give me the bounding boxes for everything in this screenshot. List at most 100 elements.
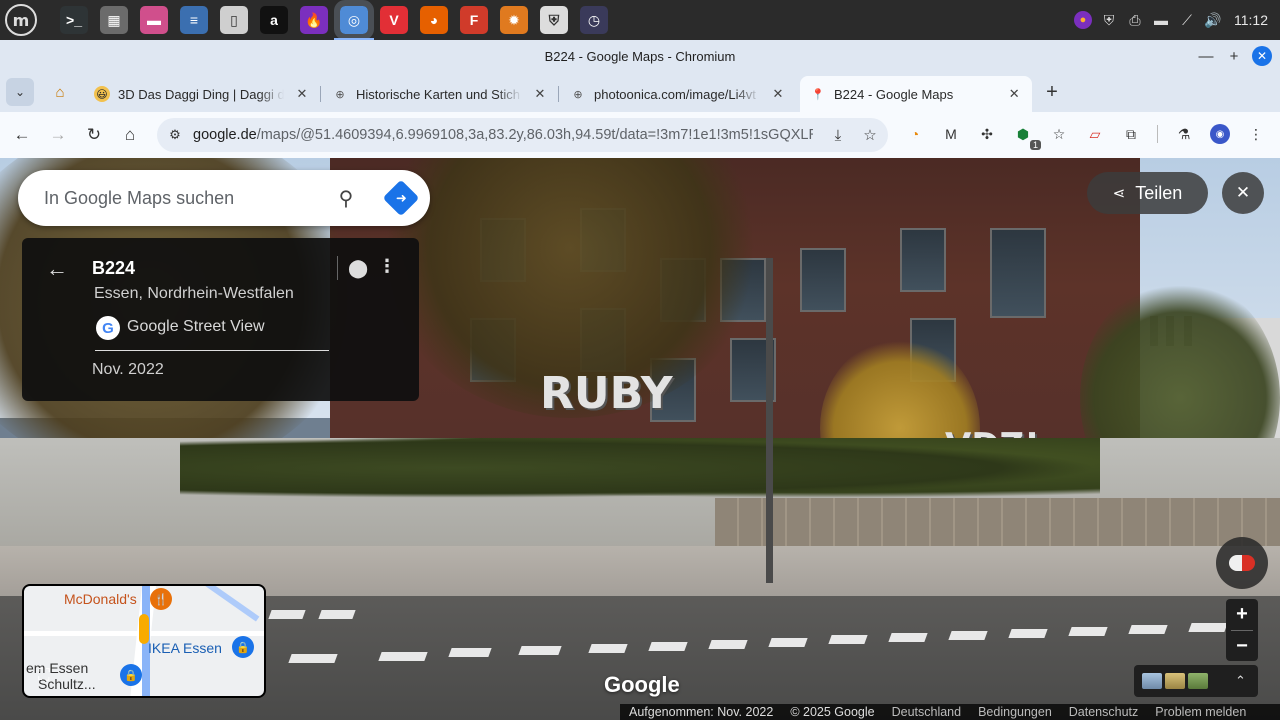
calculator-icon[interactable]: ▦ xyxy=(100,6,128,34)
gear-app-icon[interactable]: ✹ xyxy=(500,6,528,34)
layer-thumbnail[interactable] xyxy=(1142,673,1162,689)
home-icon[interactable]: ⌂ xyxy=(120,125,140,145)
menu-kebab-icon[interactable]: ⋮ xyxy=(1246,124,1266,144)
zoom-out-button[interactable]: − xyxy=(1226,631,1258,662)
layer-thumbnail[interactable] xyxy=(1165,673,1185,689)
privacy-link[interactable]: Datenschutz xyxy=(1069,705,1138,719)
mint-menu-icon[interactable]: m xyxy=(5,4,37,36)
shield-app-icon[interactable]: ⛨ xyxy=(540,6,568,34)
address-bar[interactable]: ⚙ google.de/maps/@51.4609394,6.9969108,3… xyxy=(157,118,888,152)
maximize-button[interactable]: + xyxy=(1224,46,1244,66)
star-extension-icon[interactable]: ☆ xyxy=(1049,124,1069,144)
firefox-tray-icon[interactable]: ● xyxy=(1074,11,1092,29)
gmail-icon[interactable]: M xyxy=(941,124,961,144)
puzzle-icon[interactable]: ⧉ xyxy=(1121,124,1141,144)
close-window-button[interactable]: ✕ xyxy=(1252,46,1272,66)
expand-icon[interactable]: ⛶ xyxy=(34,666,54,686)
lamp-pole xyxy=(766,258,773,583)
chevron-up-icon[interactable]: ⌃ xyxy=(1235,673,1246,689)
extension-shield-icon[interactable]: ⬢ 1 xyxy=(1013,124,1041,150)
tab-separator xyxy=(320,86,321,102)
new-tab-button[interactable]: + xyxy=(1042,81,1062,103)
install-app-icon[interactable]: ⤓ xyxy=(828,125,848,145)
forward-arrow-icon[interactable]: → xyxy=(48,125,68,145)
tab-search-button[interactable]: ⌄ xyxy=(6,78,34,106)
directions-arrow-icon: ➜ xyxy=(395,190,407,205)
labs-flask-icon[interactable]: ⚗ xyxy=(1174,124,1194,144)
map-label: IKEA Essen xyxy=(148,640,222,656)
capture-date-selector[interactable]: Nov. 2022 xyxy=(92,361,164,379)
shield-tray-icon[interactable]: ⛨ xyxy=(1100,11,1118,29)
shopping-poi-icon[interactable]: 🔒 xyxy=(120,664,142,686)
divider xyxy=(95,350,329,351)
chromium-icon[interactable]: ◎ xyxy=(334,0,374,40)
report-problem-link[interactable]: Problem melden xyxy=(1155,705,1246,719)
terminal-icon[interactable]: >_ xyxy=(60,6,88,34)
search-icon[interactable]: ⚲ xyxy=(334,186,358,210)
files-icon[interactable]: ▬ xyxy=(140,6,168,34)
hedge xyxy=(180,438,1100,498)
restaurant-poi-icon[interactable]: 🍴 xyxy=(150,588,172,610)
graffiti: RUBY xyxy=(540,368,673,419)
share-label: Teilen xyxy=(1135,182,1183,203)
browser-toolbar: ← → ↻ ⌂ ⚙ google.de/maps/@51.4609394,6.9… xyxy=(0,112,1280,158)
country-link[interactable]: Deutschland xyxy=(892,705,962,719)
profile-avatar-icon[interactable]: ◉ xyxy=(1210,124,1230,144)
compass-control[interactable] xyxy=(1216,537,1268,589)
tab-separator xyxy=(558,86,559,102)
firefox-icon[interactable]: ◕ xyxy=(420,6,448,34)
terms-link[interactable]: Bedingungen xyxy=(978,705,1052,719)
text-editor-icon[interactable]: ≡ xyxy=(180,6,208,34)
home-tab-icon[interactable]: ⌂ xyxy=(50,82,70,102)
back-arrow-icon[interactable]: ← xyxy=(46,256,68,282)
zoom-in-button[interactable]: + xyxy=(1226,599,1258,630)
minimize-button[interactable]: — xyxy=(1196,46,1216,66)
network-icon[interactable]: ⟋ xyxy=(1178,11,1196,29)
back-arrow-icon[interactable]: ← xyxy=(12,125,32,145)
tab-label: B224 - Google Maps xyxy=(834,86,954,102)
share-button[interactable]: ⋖ Teilen xyxy=(1087,172,1208,214)
attribution-footer: Aufgenommen: Nov. 2022 © 2025 Google Deu… xyxy=(620,704,1280,720)
imagery-layers-control[interactable]: ⌃ xyxy=(1134,665,1258,697)
url-text[interactable]: google.de/maps/@51.4609394,6.9969108,3a,… xyxy=(193,127,813,143)
directions-button[interactable]: ➜ xyxy=(382,179,420,217)
tab-photoonica[interactable]: ⊕ photoonica.com/image/Li4vt ✕ xyxy=(560,76,796,112)
notes-icon[interactable]: ▯ xyxy=(220,6,248,34)
close-tab-icon[interactable]: ✕ xyxy=(1006,86,1022,102)
toolbar-separator xyxy=(1157,125,1158,143)
close-tab-icon[interactable]: ✕ xyxy=(770,86,786,102)
tab-favicon: 😃 xyxy=(94,86,110,102)
tab-label: 3D Das Daggi Ding | Daggi de xyxy=(118,86,284,102)
shopping-poi-icon[interactable]: 🔒 xyxy=(232,636,254,658)
location-pin-icon[interactable]: ⬤ xyxy=(348,258,368,279)
close-street-view-button[interactable]: ✕ xyxy=(1222,172,1264,214)
rss-icon[interactable]: ◔ xyxy=(905,124,925,144)
keyboard-icon[interactable]: ▬ xyxy=(1152,11,1170,29)
volume-icon[interactable]: 🔊 xyxy=(1204,11,1222,29)
clock-app-icon[interactable]: ◷ xyxy=(580,6,608,34)
close-tab-icon[interactable]: ✕ xyxy=(532,86,548,102)
flathub-icon[interactable]: F xyxy=(460,6,488,34)
place-subtitle: Essen, Nordrhein-Westfalen xyxy=(94,285,294,302)
system-taskbar: m >_ ▦ ▬ ≡ ▯ a 🔥 ◎ V ◕ F ✹ ⛨ ◷ ● ⛨ ⎙ ▬ ⟋ 🔊 11:12 xyxy=(0,0,1280,40)
extension-red-icon[interactable]: ▱ xyxy=(1085,124,1105,144)
bookmark-star-icon[interactable]: ☆ xyxy=(860,125,880,145)
extension-brain-icon[interactable]: ✣ xyxy=(977,124,997,144)
more-options-icon[interactable]: ⋮ xyxy=(378,256,396,277)
tab-strip: ⌄ ⌂ 😃 3D Das Daggi Ding | Daggi de ✕ ⊕ H… xyxy=(0,72,1280,112)
printer-icon[interactable]: ⎙ xyxy=(1126,11,1144,29)
site-info-icon[interactable]: ⚙ xyxy=(165,125,185,145)
close-tab-icon[interactable]: ✕ xyxy=(294,86,310,102)
minimap[interactable]: McDonald's 🍴 IKEA Essen 🔒 em Essen Schul… xyxy=(22,584,266,698)
firefox-alt-icon[interactable]: 🔥 xyxy=(300,6,328,34)
vivaldi-icon[interactable]: V xyxy=(380,6,408,34)
layer-thumbnail[interactable] xyxy=(1188,673,1208,689)
maps-search-box[interactable]: In Google Maps suchen ⚲ ➜ xyxy=(18,170,430,226)
clock[interactable]: 11:12 xyxy=(1234,12,1268,28)
tab-google-maps[interactable]: 📍 B224 - Google Maps ✕ xyxy=(800,76,1032,112)
reload-icon[interactable]: ↻ xyxy=(84,125,104,145)
search-input[interactable]: In Google Maps suchen xyxy=(44,188,324,209)
tab-daggi[interactable]: 😃 3D Das Daggi Ding | Daggi de ✕ xyxy=(84,76,320,112)
tab-historische-karten[interactable]: ⊕ Historische Karten und Stich ✕ xyxy=(322,76,558,112)
amazon-icon[interactable]: a xyxy=(260,6,288,34)
